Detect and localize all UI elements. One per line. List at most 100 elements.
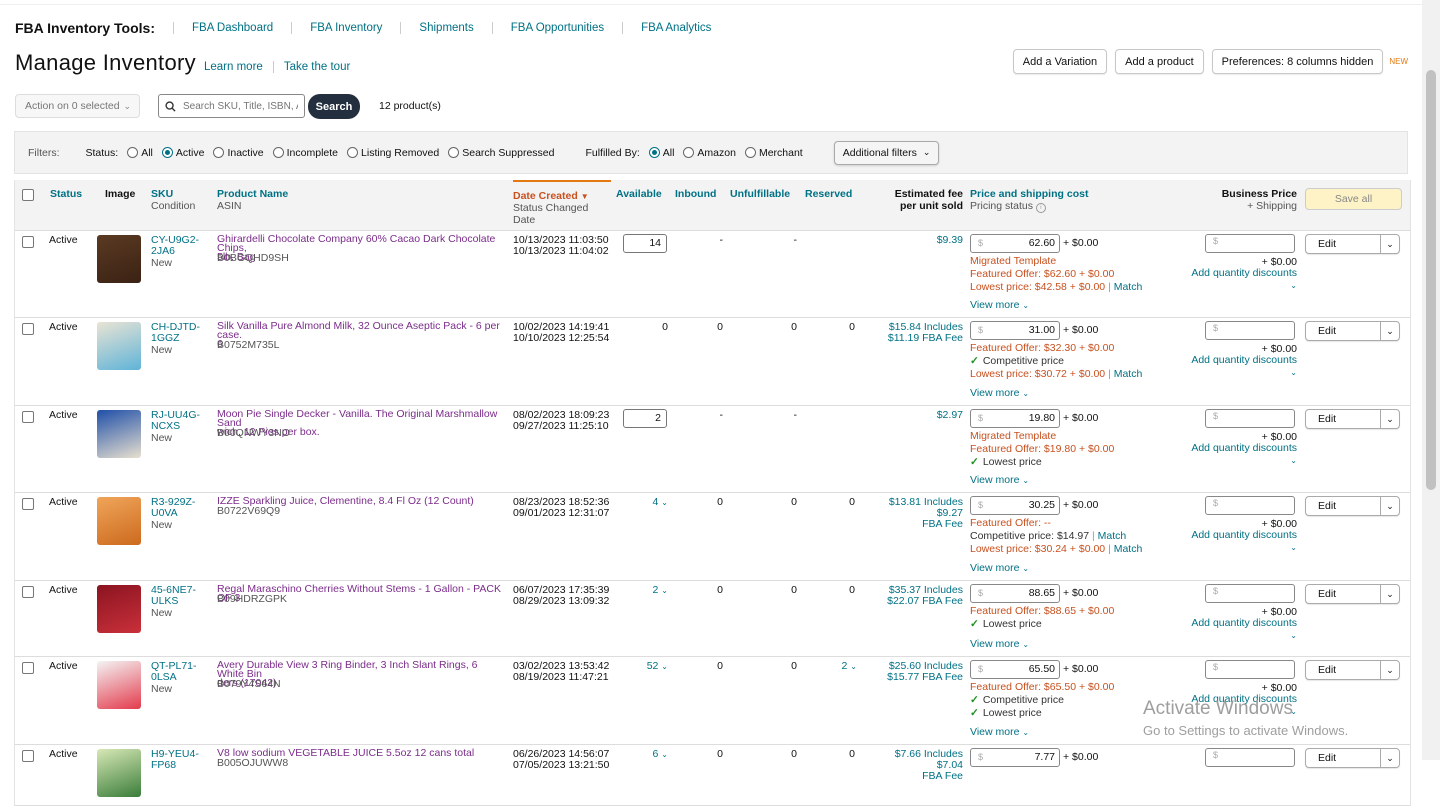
view-more-link[interactable]: View more ⌄	[970, 475, 1029, 486]
row-reserved[interactable]: 2 ⌄	[805, 661, 857, 672]
view-more-link[interactable]: View more ⌄	[970, 563, 1029, 574]
take-tour-link[interactable]: Take the tour	[272, 61, 360, 73]
row-sku[interactable]: CH-DJTD- 1GGZ	[151, 322, 200, 344]
business-price-input[interactable]: $	[1205, 234, 1295, 253]
row-fee[interactable]: $9.39	[870, 235, 963, 246]
col-inbound[interactable]: Inbound	[675, 188, 716, 200]
row-fee[interactable]: $25.60 Includes $15.77 FBA Fee	[870, 661, 963, 683]
row-fee[interactable]: $2.97	[870, 410, 963, 421]
chevron-down-icon[interactable]: ⌄	[1285, 542, 1297, 553]
row-available[interactable]: 2 ⌄	[615, 585, 668, 596]
radio-status-inactive[interactable]	[213, 147, 225, 158]
match-link[interactable]: Match	[1098, 530, 1127, 542]
price-input[interactable]: $62.60	[970, 234, 1060, 253]
search-box[interactable]	[158, 94, 305, 118]
radio-status-all[interactable]	[127, 147, 139, 158]
chevron-down-icon[interactable]: ⌄	[1380, 235, 1399, 253]
available-qty-input[interactable]: 2	[623, 409, 667, 428]
save-all-button[interactable]: Save all	[1305, 188, 1402, 210]
product-image[interactable]	[97, 235, 141, 283]
row-fee[interactable]: $7.66 Includes $7.04 FBA Fee	[870, 749, 963, 782]
radio-fulfilled-all[interactable]	[648, 147, 660, 158]
nav-shipments[interactable]: Shipments	[400, 22, 491, 34]
row-fee[interactable]: $13.81 Includes $9.27 FBA Fee	[870, 497, 963, 530]
price-input[interactable]: $19.80	[970, 409, 1060, 428]
chevron-down-icon[interactable]: ⌄	[1380, 585, 1399, 603]
row-checkbox[interactable]	[22, 236, 34, 248]
learn-more-link[interactable]: Learn more	[204, 61, 273, 73]
price-input[interactable]: $31.00	[970, 321, 1060, 340]
product-image[interactable]	[97, 322, 141, 370]
edit-button[interactable]: Edit ⌄	[1305, 660, 1400, 680]
business-price-input[interactable]: $	[1205, 321, 1295, 340]
add-quantity-discounts-link[interactable]: Add quantity discounts	[1185, 530, 1297, 541]
price-input[interactable]: $88.65	[970, 584, 1060, 603]
action-dropdown[interactable]: Action on 0 selected ⌄	[15, 94, 140, 118]
business-price-input[interactable]: $	[1205, 496, 1295, 515]
nav-fba-inventory[interactable]: FBA Inventory	[291, 22, 400, 34]
edit-button[interactable]: Edit ⌄	[1305, 321, 1400, 341]
chevron-down-icon[interactable]: ⌄	[1285, 367, 1297, 378]
price-input[interactable]: $65.50	[970, 660, 1060, 679]
chevron-down-icon[interactable]: ⌄	[1380, 410, 1399, 428]
row-sku[interactable]: CY-U9G2- 2JA6	[151, 235, 199, 257]
preferences-button[interactable]: Preferences: 8 columns hidden	[1211, 49, 1384, 74]
add-product-button[interactable]: Add a product	[1115, 49, 1204, 74]
radio-status-incomplete[interactable]	[272, 147, 284, 158]
radio-status-listing-removed[interactable]	[347, 147, 359, 158]
chevron-down-icon[interactable]: ⌄	[1285, 630, 1297, 641]
row-checkbox[interactable]	[22, 323, 34, 335]
row-sku[interactable]: RJ-UU4G- NCXS	[151, 410, 200, 432]
view-more-link[interactable]: View more ⌄	[970, 727, 1029, 738]
nav-fba-dashboard[interactable]: FBA Dashboard	[173, 22, 291, 34]
search-input[interactable]	[181, 99, 300, 113]
edit-button[interactable]: Edit ⌄	[1305, 748, 1400, 768]
product-image[interactable]	[97, 585, 141, 633]
chevron-down-icon[interactable]: ⌄	[1380, 497, 1399, 515]
add-quantity-discounts-link[interactable]: Add quantity discounts	[1185, 618, 1297, 629]
business-price-input[interactable]: $	[1205, 748, 1295, 767]
radio-status-active[interactable]	[161, 147, 173, 158]
col-reserved[interactable]: Reserved	[805, 188, 852, 200]
scrollbar-thumb[interactable]	[1426, 70, 1436, 490]
row-sku[interactable]: QT-PL71- 0LSA	[151, 661, 197, 683]
row-sku[interactable]: H9-YEU4- FP68	[151, 749, 199, 771]
available-qty-input[interactable]: 14	[623, 234, 667, 253]
chevron-down-icon[interactable]: ⌄	[1285, 455, 1297, 466]
row-sku[interactable]: 45-6NE7- ULKS	[151, 585, 196, 607]
view-more-link[interactable]: View more ⌄	[970, 639, 1029, 650]
row-sku[interactable]: R3-929Z- U0VA	[151, 497, 195, 519]
nav-fba-analytics[interactable]: FBA Analytics	[622, 22, 729, 34]
col-date-created[interactable]: Date Created ▼ Status Changed Date	[513, 180, 611, 226]
add-quantity-discounts-link[interactable]: Add quantity discounts	[1185, 443, 1297, 454]
col-price[interactable]: Price and shipping cost Pricing status i	[970, 188, 1088, 213]
edit-button[interactable]: Edit ⌄	[1305, 584, 1400, 604]
col-available[interactable]: Available	[616, 188, 662, 200]
chevron-down-icon[interactable]: ⌄	[1285, 280, 1297, 291]
business-price-input[interactable]: $	[1205, 409, 1295, 428]
product-image[interactable]	[97, 497, 141, 545]
col-status[interactable]: Status	[50, 188, 82, 200]
row-fee[interactable]: $35.37 Includes $22.07 FBA Fee	[870, 585, 963, 607]
edit-button[interactable]: Edit ⌄	[1305, 234, 1400, 254]
row-checkbox[interactable]	[22, 498, 34, 510]
col-sku[interactable]: SKU Condition	[151, 188, 195, 212]
match-link[interactable]: Match	[1114, 368, 1143, 380]
add-quantity-discounts-link[interactable]: Add quantity discounts	[1185, 268, 1297, 279]
chevron-down-icon[interactable]: ⌄	[1380, 661, 1399, 679]
edit-button[interactable]: Edit ⌄	[1305, 409, 1400, 429]
col-unfulfillable[interactable]: Unfulfillable	[730, 188, 790, 200]
view-more-link[interactable]: View more ⌄	[970, 300, 1029, 311]
edit-button[interactable]: Edit ⌄	[1305, 496, 1400, 516]
price-input[interactable]: $30.25	[970, 496, 1060, 515]
business-price-input[interactable]: $	[1205, 660, 1295, 679]
product-image[interactable]	[97, 661, 141, 709]
search-button[interactable]: Search	[308, 94, 360, 119]
row-checkbox[interactable]	[22, 750, 34, 762]
nav-fba-opportunities[interactable]: FBA Opportunities	[491, 22, 622, 34]
business-price-input[interactable]: $	[1205, 584, 1295, 603]
price-input[interactable]: $7.77	[970, 748, 1060, 767]
col-product[interactable]: Product Name ASIN	[217, 188, 288, 212]
radio-fulfilled-amazon[interactable]	[683, 147, 695, 158]
row-available[interactable]: 6 ⌄	[615, 749, 668, 760]
